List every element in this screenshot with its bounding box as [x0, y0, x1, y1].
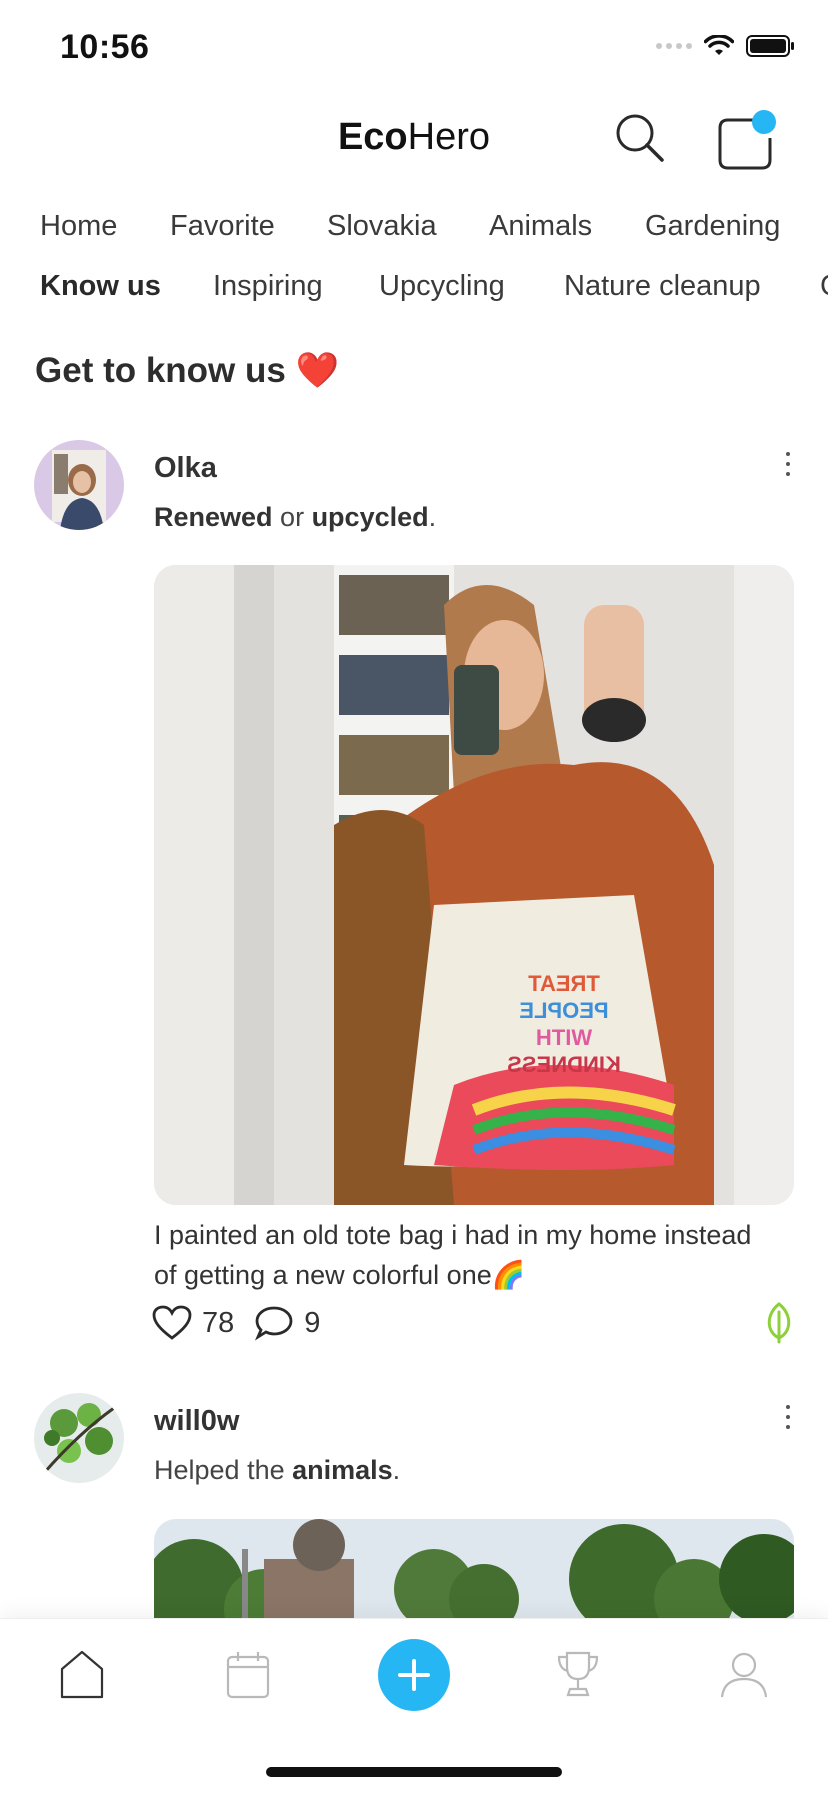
post-activity: Helped the animals. — [154, 1455, 401, 1485]
avatar[interactable] — [34, 440, 124, 530]
like-count: 78 — [202, 1306, 235, 1339]
tab-favorite[interactable]: Favorite — [170, 210, 275, 243]
search-icon — [616, 114, 664, 162]
post-photo[interactable]: TREAT PEOPLE WITH KINDNESS — [154, 565, 794, 1205]
search-button[interactable] — [612, 110, 668, 166]
post-username[interactable]: Olka — [154, 452, 217, 485]
heart-icon[interactable] — [152, 1305, 192, 1341]
wifi-icon — [704, 35, 734, 55]
section-title: Get to know us ❤️ — [35, 351, 340, 390]
tab-animals[interactable]: Animals — [489, 210, 592, 243]
category-tabs-row-1: Home Favorite Slovakia Animals Gardening — [0, 210, 828, 260]
calendar-icon — [226, 1652, 270, 1699]
status-time: 10:56 — [60, 28, 150, 66]
trophy-icon — [557, 1651, 599, 1697]
home-icon — [60, 1650, 104, 1699]
plus-icon — [398, 1659, 430, 1691]
comment-icon[interactable] — [254, 1305, 294, 1341]
nav-challenges[interactable] — [548, 1644, 608, 1704]
tab-partial[interactable]: C — [820, 270, 828, 303]
tab-inspiring[interactable]: Inspiring — [213, 270, 323, 303]
tab-home[interactable]: Home — [40, 210, 117, 243]
more-icon[interactable] — [786, 452, 794, 476]
battery-icon — [746, 35, 794, 57]
status-icons — [656, 34, 796, 58]
nav-calendar[interactable] — [218, 1644, 278, 1704]
leaf-icon[interactable] — [764, 1302, 794, 1349]
nav-profile[interactable] — [714, 1644, 774, 1704]
chat-icon — [718, 110, 776, 170]
avatar[interactable] — [34, 1393, 124, 1483]
post-card: will0w Helped the animals. — [0, 1393, 828, 1623]
post-actions: 78 9 — [152, 1305, 340, 1341]
bag-text: TREAT PEOPLE WITH KINDNESS — [507, 971, 621, 1077]
nav-home[interactable] — [52, 1644, 112, 1704]
cellular-signal-icon — [656, 43, 692, 49]
tab-gardening[interactable]: Gardening — [645, 210, 780, 243]
status-bar: 10:56 — [0, 0, 828, 100]
more-icon[interactable] — [786, 1405, 794, 1429]
tab-nature-cleanup[interactable]: Nature cleanup — [564, 270, 761, 303]
post-username[interactable]: will0w — [154, 1405, 239, 1438]
bottom-tab-bar — [0, 1618, 828, 1793]
tab-slovakia[interactable]: Slovakia — [327, 210, 437, 243]
app-title: EcoHero — [337, 116, 491, 158]
comment-count: 9 — [304, 1306, 321, 1339]
messages-button[interactable] — [712, 104, 782, 174]
add-post-button[interactable] — [378, 1639, 450, 1711]
post-caption: I painted an old tote bag i had in my ho… — [154, 1220, 752, 1290]
post-card: Olka Renewed or upcycled. TREAT PEOPLE W… — [0, 440, 828, 1360]
post-activity: Renewed or upcycled. — [154, 502, 437, 532]
post-photo[interactable] — [154, 1519, 794, 1623]
tab-upcycling[interactable]: Upcycling — [379, 270, 505, 303]
home-indicator — [266, 1767, 562, 1777]
heart-emoji: ❤️ — [295, 351, 340, 390]
category-tabs-row-2: Know us Inspiring Upcycling Nature clean… — [0, 270, 828, 320]
profile-icon — [720, 1652, 768, 1698]
tab-know-us[interactable]: Know us — [40, 270, 161, 303]
app-header: EcoHero — [0, 100, 828, 182]
